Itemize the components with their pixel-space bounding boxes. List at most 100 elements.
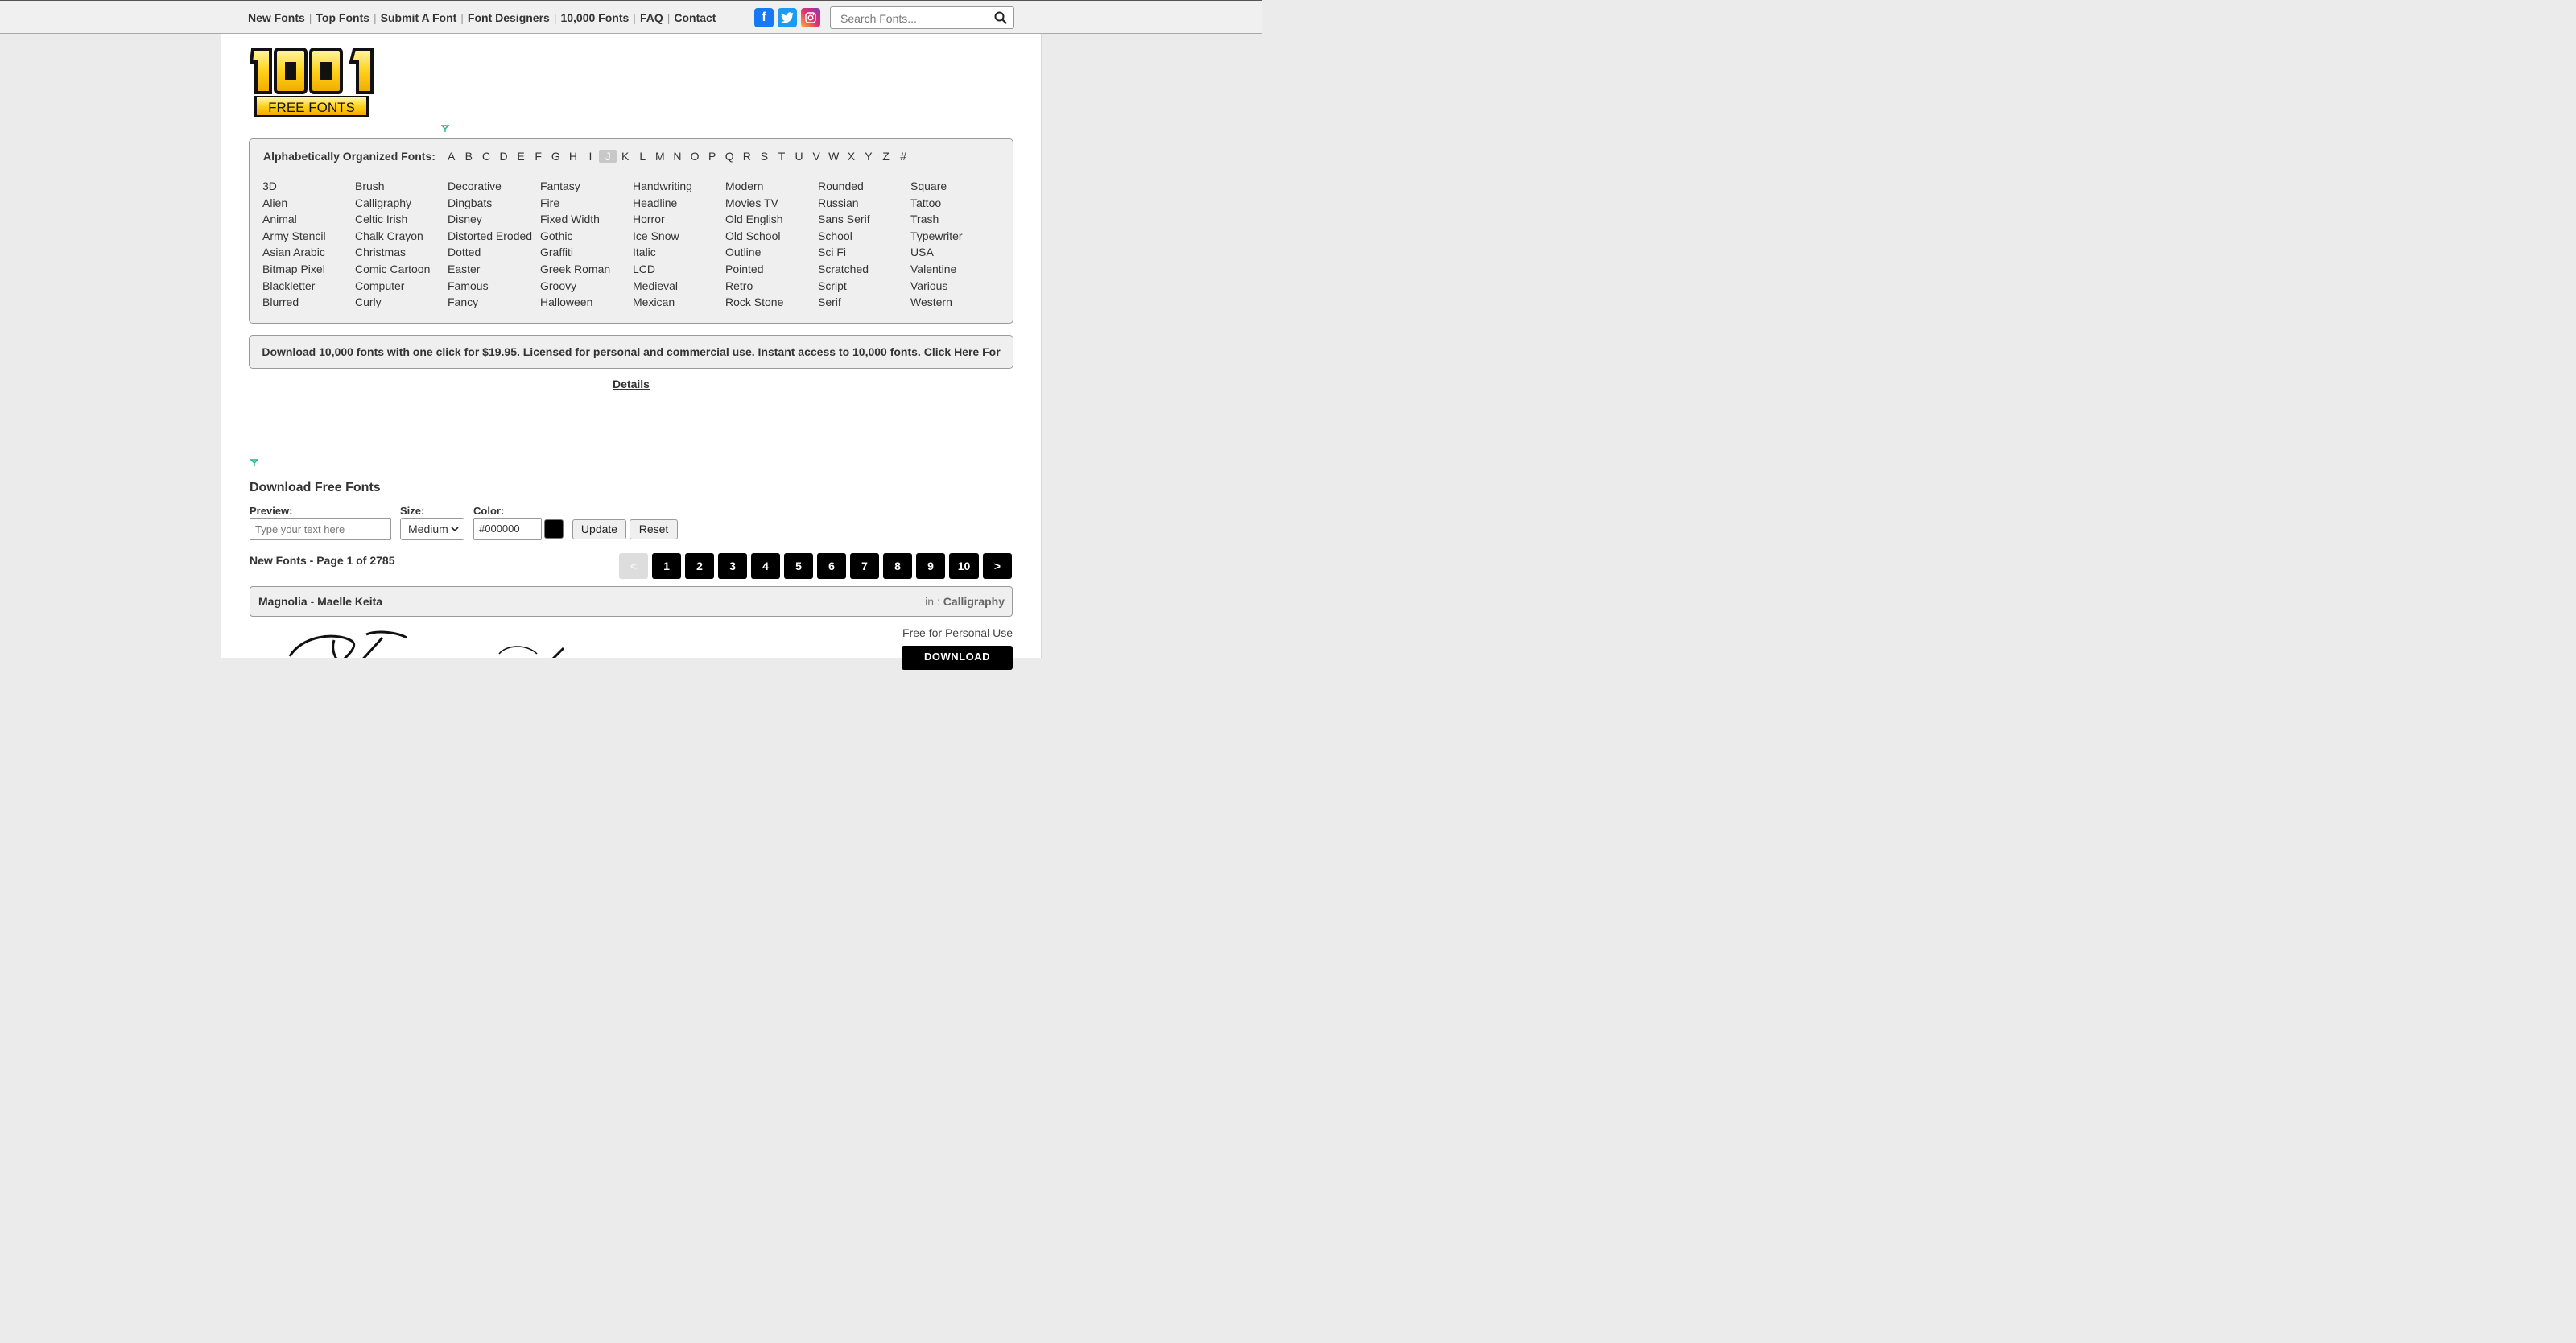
category-link[interactable]: Rounded — [818, 180, 910, 196]
facebook-icon[interactable]: f — [754, 8, 774, 27]
category-link[interactable]: Retro — [725, 279, 818, 296]
letter-link[interactable]: F — [530, 150, 547, 163]
letter-link[interactable]: Q — [720, 150, 738, 163]
font-name-link[interactable]: Magnolia — [258, 595, 308, 608]
letter-link[interactable]: C — [477, 150, 495, 163]
nav-link-submit-a-font[interactable]: Submit A Font — [381, 11, 457, 24]
letter-link[interactable]: M — [651, 150, 669, 163]
category-link[interactable]: Western — [910, 295, 1003, 312]
nav-link-top-fonts[interactable]: Top Fonts — [316, 11, 369, 24]
category-link[interactable]: Distorted Eroded — [448, 229, 540, 246]
letter-link[interactable]: K — [617, 150, 634, 163]
category-link[interactable]: Various — [910, 279, 1003, 296]
font-preview-image[interactable] — [286, 628, 576, 658]
category-link[interactable]: Pointed — [725, 262, 818, 279]
category-link[interactable]: Easter — [448, 262, 540, 279]
size-select[interactable]: Medium — [400, 518, 464, 540]
letter-link[interactable]: J — [599, 150, 617, 163]
category-link[interactable]: Groovy — [540, 279, 633, 296]
page-button[interactable]: 5 — [784, 553, 813, 579]
category-link[interactable]: Brush — [355, 180, 448, 196]
category-link[interactable]: Army Stencil — [262, 229, 355, 246]
instagram-icon[interactable] — [801, 8, 820, 27]
category-link[interactable]: Scratched — [818, 262, 910, 279]
ad-choices-icon[interactable] — [250, 457, 259, 466]
letter-link[interactable]: S — [756, 150, 774, 163]
category-link[interactable]: Asian Arabic — [262, 246, 355, 262]
category-link[interactable]: Chalk Crayon — [355, 229, 448, 246]
category-link[interactable]: Russian — [818, 196, 910, 213]
category-link[interactable]: LCD — [633, 262, 725, 279]
font-category-link[interactable]: Calligraphy — [943, 595, 1005, 608]
page-button[interactable]: 6 — [817, 553, 846, 579]
letter-link[interactable]: N — [669, 150, 687, 163]
category-link[interactable]: Fire — [540, 196, 633, 213]
category-link[interactable]: Serif — [818, 295, 910, 312]
category-link[interactable]: Valentine — [910, 262, 1003, 279]
color-swatch[interactable] — [544, 519, 564, 539]
category-link[interactable]: Medieval — [633, 279, 725, 296]
search-icon[interactable] — [994, 11, 1007, 28]
ad-choices-icon[interactable] — [440, 122, 450, 132]
category-link[interactable]: Dingbats — [448, 196, 540, 213]
nav-link-font-designers[interactable]: Font Designers — [468, 11, 550, 24]
update-button[interactable]: Update — [572, 519, 626, 539]
page-button[interactable]: 2 — [685, 553, 714, 579]
letter-link[interactable]: G — [547, 150, 564, 163]
letter-link[interactable]: H — [564, 150, 582, 163]
letter-link[interactable]: P — [704, 150, 721, 163]
letter-link[interactable]: # — [894, 150, 912, 163]
category-link[interactable]: Calligraphy — [355, 196, 448, 213]
preview-text-input[interactable] — [250, 518, 391, 540]
category-link[interactable]: Fixed Width — [540, 213, 633, 229]
category-link[interactable]: Italic — [633, 246, 725, 262]
category-link[interactable]: School — [818, 229, 910, 246]
letter-link[interactable]: L — [634, 150, 651, 163]
category-link[interactable]: Halloween — [540, 295, 633, 312]
letter-link[interactable]: B — [460, 150, 478, 163]
category-link[interactable]: Curly — [355, 295, 448, 312]
reset-button[interactable]: Reset — [630, 519, 678, 539]
letter-link[interactable]: U — [791, 150, 808, 163]
category-link[interactable]: Fancy — [448, 295, 540, 312]
category-link[interactable]: Square — [910, 180, 1003, 196]
category-link[interactable]: Animal — [262, 213, 355, 229]
category-link[interactable]: Gothic — [540, 229, 633, 246]
category-link[interactable]: Dotted — [448, 246, 540, 262]
letter-link[interactable]: D — [495, 150, 513, 163]
category-link[interactable]: Rock Stone — [725, 295, 818, 312]
page-button[interactable]: 9 — [916, 553, 945, 579]
font-designer-link[interactable]: Maelle Keita — [317, 595, 382, 608]
category-link[interactable]: Computer — [355, 279, 448, 296]
nav-link-contact[interactable]: Contact — [674, 11, 716, 24]
category-link[interactable]: Movies TV — [725, 196, 818, 213]
category-link[interactable]: Modern — [725, 180, 818, 196]
category-link[interactable]: Disney — [448, 213, 540, 229]
letter-link[interactable]: E — [512, 150, 530, 163]
category-link[interactable]: Old School — [725, 229, 818, 246]
next-page-button[interactable]: > — [983, 553, 1012, 579]
category-link[interactable]: Graffiti — [540, 246, 633, 262]
letter-link[interactable]: X — [843, 150, 861, 163]
category-link[interactable]: Famous — [448, 279, 540, 296]
letter-link[interactable]: T — [773, 150, 791, 163]
category-link[interactable]: Blackletter — [262, 279, 355, 296]
category-link[interactable]: Script — [818, 279, 910, 296]
color-input[interactable]: #000000 — [473, 518, 542, 540]
category-link[interactable]: Old English — [725, 213, 818, 229]
category-link[interactable]: Christmas — [355, 246, 448, 262]
category-link[interactable]: Sans Serif — [818, 213, 910, 229]
page-button[interactable]: 10 — [949, 553, 979, 579]
letter-link[interactable]: R — [738, 150, 756, 163]
search-input[interactable] — [839, 11, 987, 26]
category-link[interactable]: Headline — [633, 196, 725, 213]
download-button[interactable]: DOWNLOAD — [902, 646, 1013, 670]
category-link[interactable]: Fantasy — [540, 180, 633, 196]
category-link[interactable]: Greek Roman — [540, 262, 633, 279]
category-link[interactable]: Tattoo — [910, 196, 1003, 213]
category-link[interactable]: Trash — [910, 213, 1003, 229]
twitter-icon[interactable] — [778, 8, 797, 27]
page-button[interactable]: 3 — [718, 553, 747, 579]
nav-link-10-000-fonts[interactable]: 10,000 Fonts — [560, 11, 629, 24]
category-link[interactable]: Celtic Irish — [355, 213, 448, 229]
